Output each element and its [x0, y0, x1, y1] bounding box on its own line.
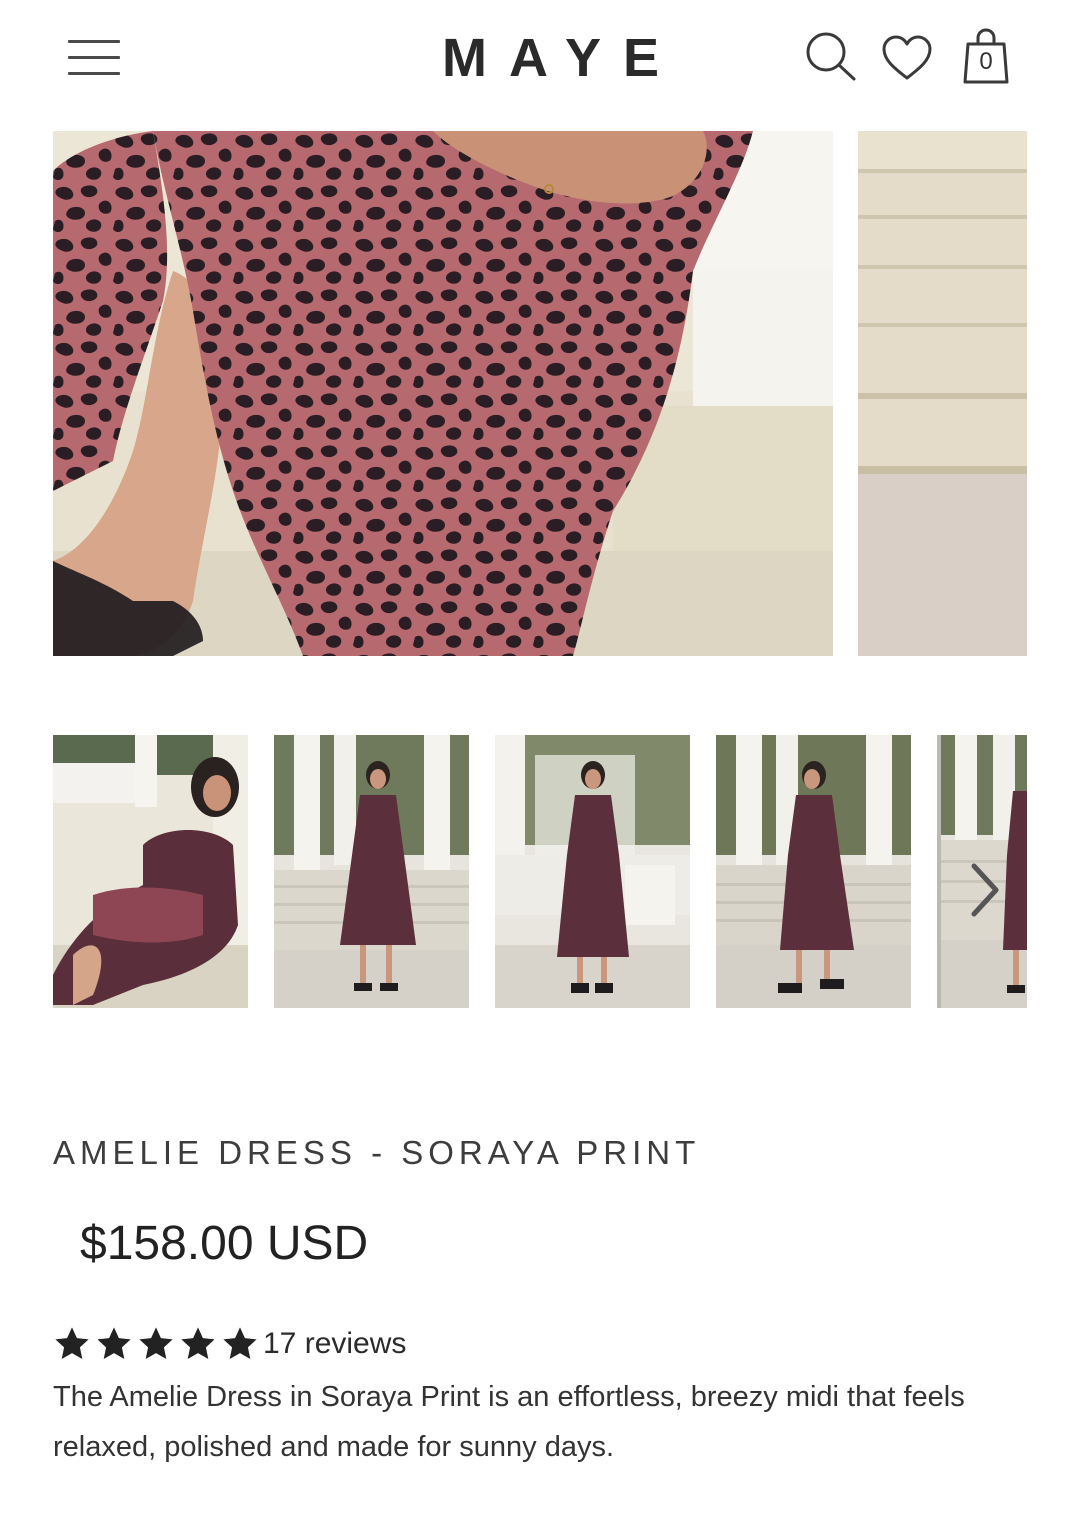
star-rating	[53, 1325, 263, 1363]
product-price: $158.00 USD	[80, 1217, 369, 1270]
search-icon[interactable]	[804, 30, 858, 82]
menu-icon[interactable]	[68, 38, 122, 78]
star-icon	[223, 1327, 257, 1360]
site-header: MAYE 0	[0, 0, 1080, 115]
star-icon	[139, 1327, 173, 1360]
product-title: AMELIE DRESS - SORAYA PRINT	[53, 1134, 701, 1171]
product-rating[interactable]: 17 reviews	[53, 1322, 406, 1366]
thumbnail-1[interactable]	[53, 735, 248, 1008]
bag-icon[interactable]: 0	[960, 28, 1012, 86]
reviews-link[interactable]: 17 reviews	[263, 1327, 406, 1361]
chevron-right-icon[interactable]	[964, 860, 1004, 920]
product-description: The Amelie Dress in Soraya Print is an e…	[53, 1381, 965, 1463]
thumbnail-4[interactable]	[716, 735, 911, 1008]
brand-logo[interactable]: MAYE	[420, 28, 660, 88]
star-icon	[181, 1327, 215, 1360]
star-icon	[97, 1327, 131, 1360]
star-icon	[55, 1327, 89, 1360]
thumbnail-3[interactable]	[495, 735, 690, 1008]
thumbnail-2[interactable]	[274, 735, 469, 1008]
cart-count: 0	[979, 48, 993, 75]
heart-icon[interactable]	[880, 34, 934, 82]
thumbnail-strip	[53, 735, 1027, 1008]
product-main-image[interactable]	[53, 131, 833, 656]
product-next-image[interactable]	[858, 131, 1027, 656]
